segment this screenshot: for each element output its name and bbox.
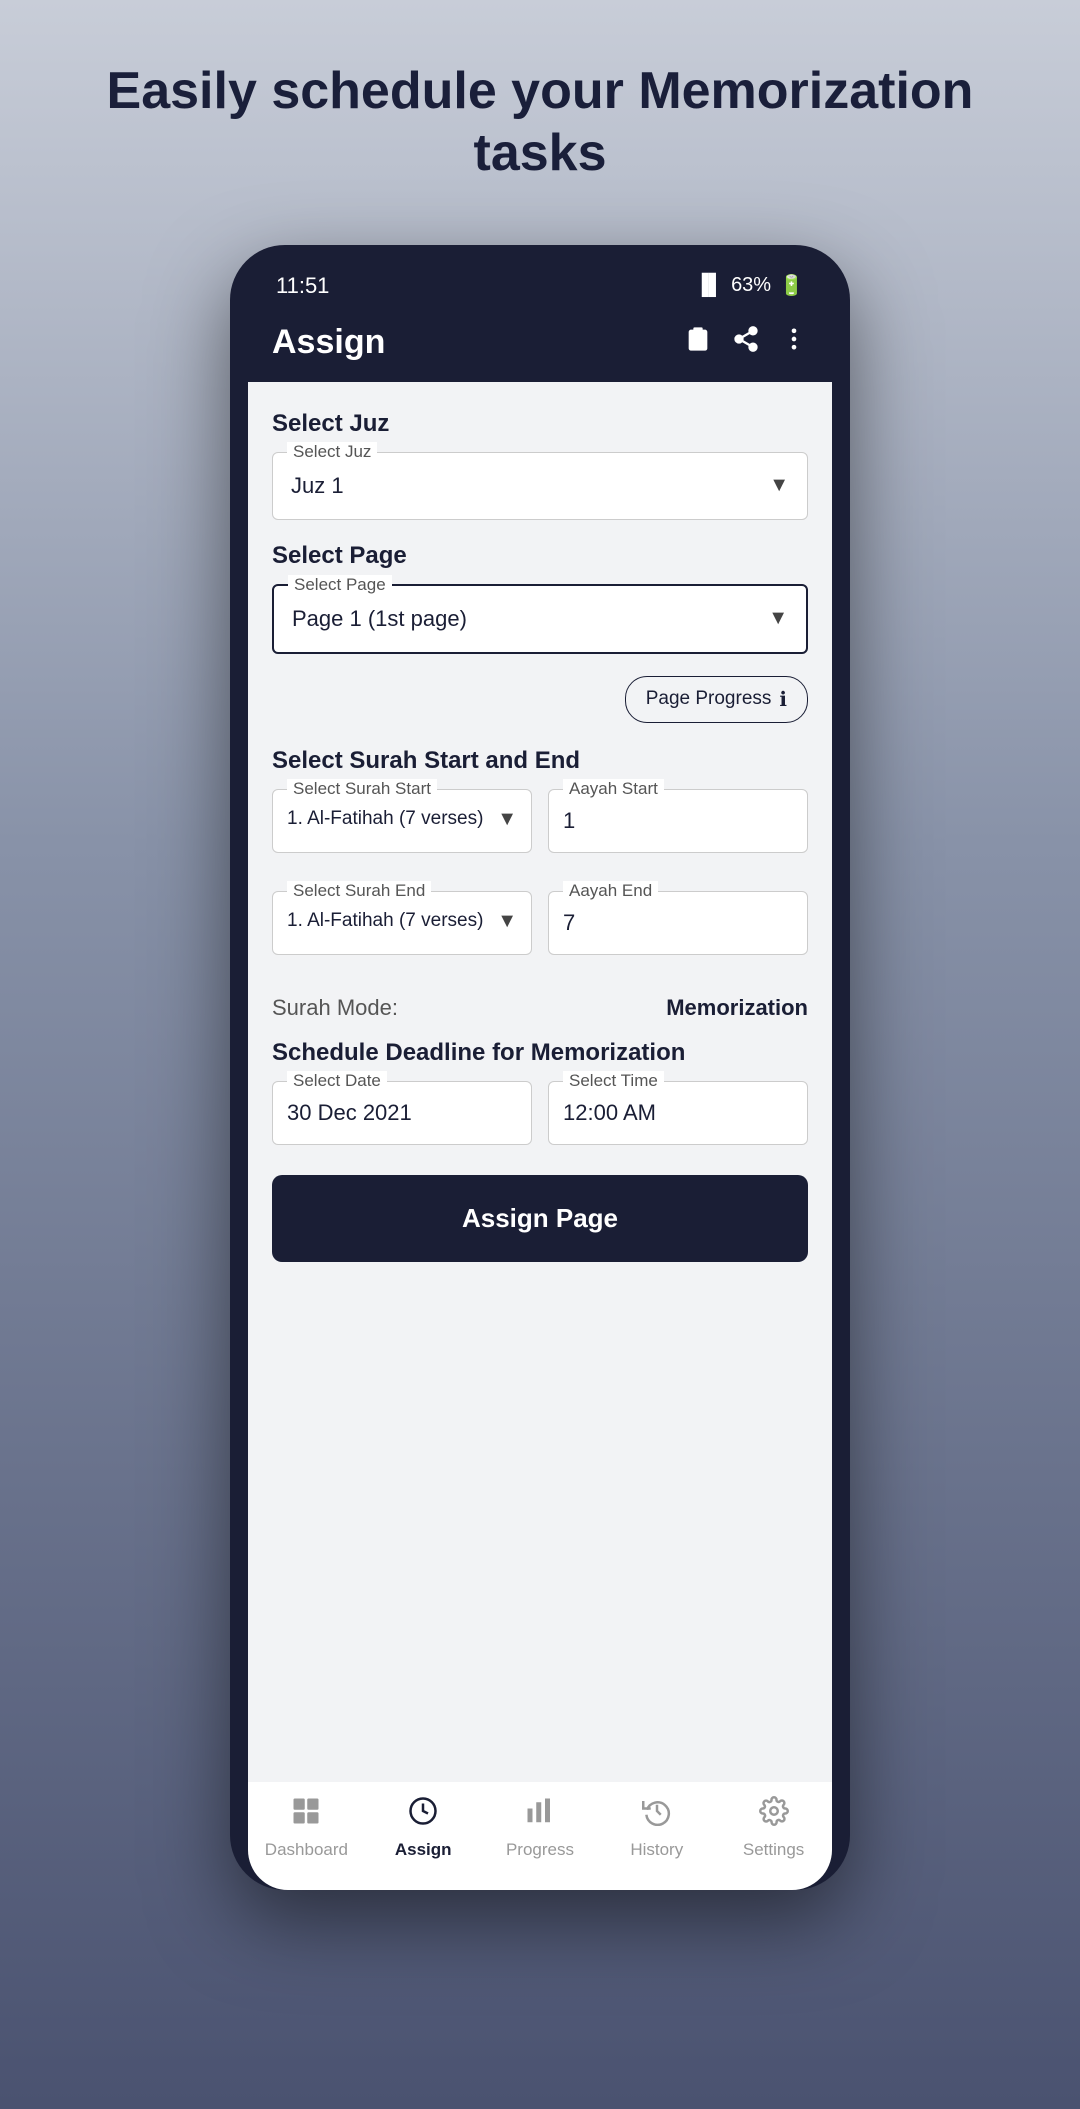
app-title: Assign — [272, 323, 385, 362]
signal-icon: ▐▌ — [695, 274, 723, 297]
select-juz-field[interactable]: Select Juz Juz 1 ▼ — [272, 452, 808, 520]
nav-dashboard-label: Dashboard — [265, 1840, 348, 1860]
info-icon: ℹ — [779, 687, 787, 712]
date-field[interactable]: Select Date 30 Dec 2021 — [272, 1081, 532, 1145]
more-vertical-icon[interactable] — [780, 325, 808, 360]
surah-start-field[interactable]: Select Surah Start 1. Al-Fatihah (7 vers… — [272, 789, 532, 853]
surah-mode-row: Surah Mode: Memorization — [272, 977, 808, 1039]
bottom-nav: Dashboard Assign Progress — [248, 1782, 832, 1890]
header-icons — [684, 325, 808, 360]
surah-end-arrow: ▼ — [497, 910, 517, 933]
select-page-value: Page 1 (1st page) — [292, 606, 467, 632]
phone-shell: 11:51 ▐▌ 63% 🔋 Assign — [230, 245, 850, 1890]
date-input[interactable]: 30 Dec 2021 — [273, 1082, 531, 1144]
nav-dashboard[interactable]: Dashboard — [261, 1796, 351, 1860]
page-dropdown-arrow: ▼ — [768, 607, 788, 630]
schedule-row: Select Date 30 Dec 2021 Select Time 12:0… — [272, 1081, 808, 1167]
status-right: ▐▌ 63% 🔋 — [695, 273, 804, 298]
nav-progress-label: Progress — [506, 1840, 574, 1860]
battery-text: 63% — [731, 274, 771, 297]
date-value: 30 Dec 2021 — [287, 1100, 412, 1126]
surah-start-arrow: ▼ — [497, 808, 517, 831]
nav-settings[interactable]: Settings — [729, 1796, 819, 1860]
aayah-start-value: 1 — [563, 808, 575, 834]
select-juz-dropdown[interactable]: Juz 1 ▼ — [273, 453, 807, 519]
nav-progress[interactable]: Progress — [495, 1796, 585, 1860]
surah-end-field[interactable]: Select Surah End 1. Al-Fatihah (7 verses… — [272, 891, 532, 955]
clipboard-icon[interactable] — [684, 325, 712, 360]
aayah-end-field[interactable]: Aayah End 7 — [548, 891, 808, 955]
app-content: Select Juz Select Juz Juz 1 ▼ Select Pag… — [248, 382, 832, 1782]
time-float-label: Select Time — [563, 1071, 664, 1091]
status-bar: 11:51 ▐▌ 63% 🔋 — [248, 263, 832, 307]
status-time: 11:51 — [276, 273, 329, 299]
dashboard-icon — [291, 1796, 321, 1834]
history-icon — [642, 1796, 672, 1834]
surah-end-value: 1. Al-Fatihah (7 verses) — [287, 910, 483, 932]
app-header: Assign — [248, 307, 832, 382]
share-icon[interactable] — [732, 325, 760, 360]
assign-page-button[interactable]: Assign Page — [272, 1175, 808, 1262]
select-page-float-label: Select Page — [288, 575, 392, 595]
nav-settings-label: Settings — [743, 1840, 804, 1860]
nav-assign-label: Assign — [395, 1840, 452, 1860]
surah-start-value: 1. Al-Fatihah (7 verses) — [287, 808, 483, 830]
aayah-start-float-label: Aayah Start — [563, 779, 664, 799]
nav-history[interactable]: History — [612, 1796, 702, 1860]
select-juz-float-label: Select Juz — [287, 442, 377, 462]
nav-assign[interactable]: Assign — [378, 1796, 468, 1860]
aayah-end-input[interactable]: 7 — [549, 892, 807, 954]
select-page-dropdown[interactable]: Page 1 (1st page) ▼ — [274, 586, 806, 652]
aayah-end-float-label: Aayah End — [563, 881, 658, 901]
surah-end-row: Select Surah End 1. Al-Fatihah (7 verses… — [272, 891, 808, 977]
select-surah-label: Select Surah Start and End — [272, 747, 808, 775]
page-progress-button[interactable]: Page Progress ℹ — [625, 676, 808, 723]
surah-start-float-label: Select Surah Start — [287, 779, 437, 799]
juz-dropdown-arrow: ▼ — [769, 474, 789, 497]
nav-history-label: History — [630, 1840, 683, 1860]
select-page-label: Select Page — [272, 542, 808, 570]
surah-mode-value: Memorization — [666, 995, 808, 1021]
select-juz-label: Select Juz — [272, 410, 808, 438]
battery-icon: 🔋 — [779, 273, 804, 298]
time-field[interactable]: Select Time 12:00 AM — [548, 1081, 808, 1145]
assign-icon — [408, 1796, 438, 1834]
settings-icon — [759, 1796, 789, 1834]
surah-end-float-label: Select Surah End — [287, 881, 431, 901]
select-juz-value: Juz 1 — [291, 473, 344, 499]
aayah-start-input[interactable]: 1 — [549, 790, 807, 852]
page-progress-label: Page Progress — [646, 688, 772, 710]
schedule-label: Schedule Deadline for Memorization — [272, 1039, 808, 1067]
date-float-label: Select Date — [287, 1071, 387, 1091]
select-page-field[interactable]: Select Page Page 1 (1st page) ▼ — [272, 584, 808, 654]
time-value: 12:00 AM — [563, 1100, 656, 1126]
aayah-start-field[interactable]: Aayah Start 1 — [548, 789, 808, 853]
progress-icon — [525, 1796, 555, 1834]
page-headline: Easily schedule your Memorization tasks — [0, 60, 1080, 245]
surah-start-row: Select Surah Start 1. Al-Fatihah (7 vers… — [272, 789, 808, 875]
surah-mode-label: Surah Mode: — [272, 995, 666, 1021]
time-input[interactable]: 12:00 AM — [549, 1082, 807, 1144]
aayah-end-value: 7 — [563, 910, 575, 936]
